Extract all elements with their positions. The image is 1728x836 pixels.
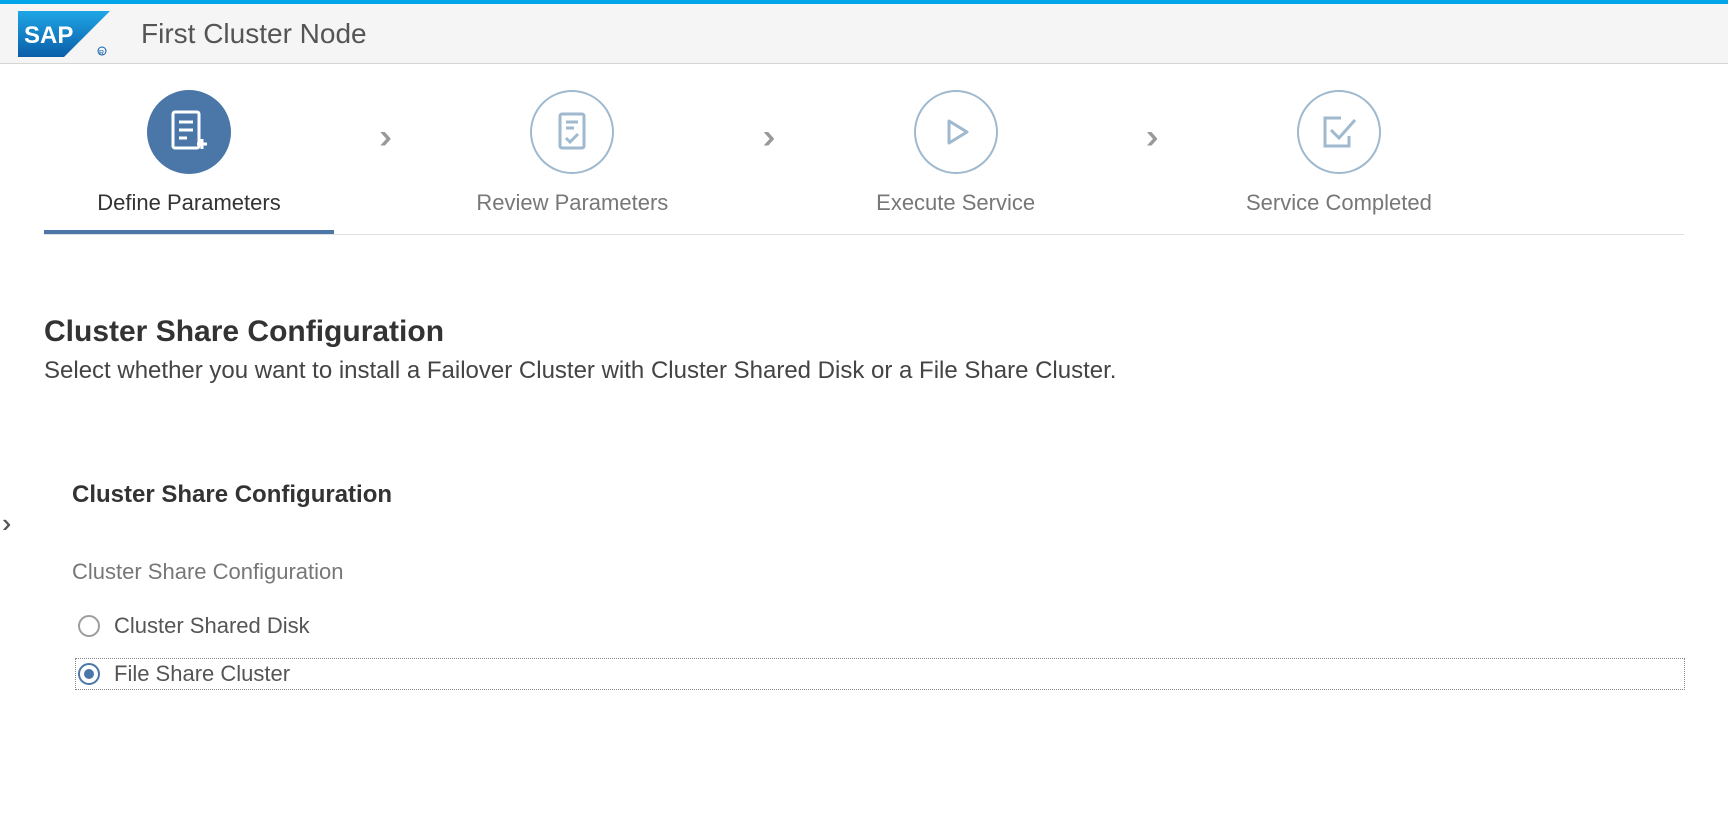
step-review-parameters[interactable]: Review Parameters [427, 90, 717, 230]
checkbox-icon [1297, 90, 1381, 174]
step-label: Define Parameters [97, 190, 280, 216]
svg-text:R: R [99, 50, 104, 57]
main-content: Cluster Share Configuration Select wheth… [0, 235, 1728, 689]
expand-handle-icon[interactable]: ›› [0, 508, 3, 539]
document-add-icon [147, 90, 231, 174]
cluster-share-radio-group: Cluster Shared Disk File Share Cluster [72, 613, 1684, 689]
step-label: Execute Service [876, 190, 1035, 216]
radio-cluster-shared-disk[interactable]: Cluster Shared Disk [78, 613, 1684, 639]
subsection-title: Cluster Share Configuration [72, 481, 1684, 509]
step-label: Service Completed [1246, 190, 1432, 216]
chevrons-right-icon: ››› [351, 118, 411, 157]
step-define-parameters[interactable]: Define Parameters [44, 90, 334, 234]
sap-logo-text: SAP [24, 22, 73, 49]
radio-label: File Share Cluster [114, 661, 290, 687]
section-description: Select whether you want to install a Fai… [44, 357, 1684, 385]
step-execute-service[interactable]: Execute Service [811, 90, 1101, 230]
field-label: Cluster Share Configuration [72, 559, 1684, 585]
radio-label: Cluster Shared Disk [114, 613, 310, 639]
play-icon [914, 90, 998, 174]
chevrons-right-icon: ››› [1117, 118, 1177, 157]
header-bar: SAP R First Cluster Node [0, 4, 1728, 64]
cluster-share-config-section: Cluster Share Configuration Cluster Shar… [72, 481, 1684, 689]
wizard-stepper: Define Parameters ››› Review Parameters … [44, 64, 1684, 235]
radio-icon [78, 615, 100, 637]
document-check-icon [530, 90, 614, 174]
chevrons-right-icon: ››› [734, 118, 794, 157]
page-title: First Cluster Node [141, 18, 367, 50]
radio-icon [78, 663, 100, 685]
radio-file-share-cluster[interactable]: File Share Cluster [76, 659, 1684, 689]
step-service-completed[interactable]: Service Completed [1194, 90, 1484, 230]
step-label: Review Parameters [476, 190, 668, 216]
section-title: Cluster Share Configuration [44, 315, 1684, 349]
sap-logo: SAP R [0, 6, 115, 62]
